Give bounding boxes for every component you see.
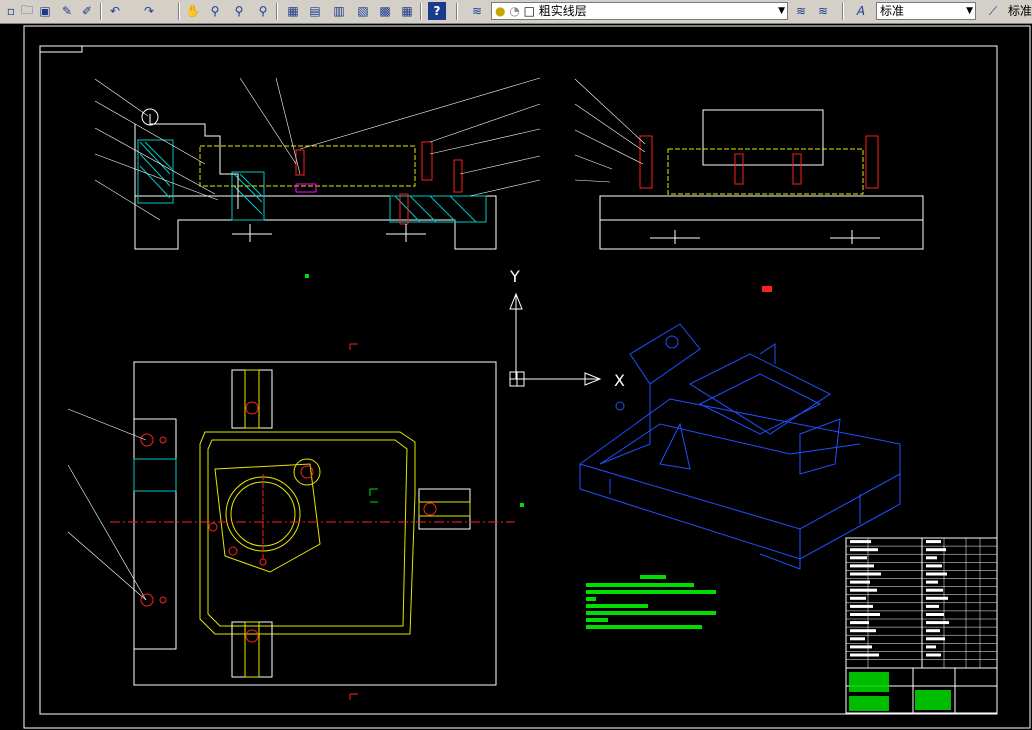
side-view — [574, 78, 924, 250]
layer-manager-icon[interactable]: ≋ — [468, 2, 486, 20]
brush-icon[interactable]: ✐ — [78, 2, 96, 20]
redo-icon[interactable]: ↷ — [140, 2, 158, 20]
color-swatch: □ — [523, 4, 535, 18]
sheet-set-icon[interactable]: ▧ — [354, 2, 372, 20]
chevron-down-icon: ▼ — [966, 6, 973, 16]
save-icon[interactable]: ▣ — [36, 2, 54, 20]
undo-icon[interactable]: ↶ — [106, 2, 124, 20]
pan-icon[interactable]: ✋ — [184, 2, 202, 20]
markup-icon[interactable]: ▩ — [376, 2, 394, 20]
lock-icon: ◔ — [509, 4, 520, 18]
cad-drawing: Y X — [23, 25, 1031, 729]
make-current-icon[interactable]: ≋ — [792, 2, 810, 20]
top-view — [67, 343, 515, 700]
dim-style-icon[interactable]: ⟋ — [984, 2, 1002, 20]
standard-toolbar: ▫ 🗀 ▣ ✎ ✐ ↶ ↷ ✋ ⚲ ⚲ ⚲ ▦ ▤ ▥ ▧ ▩ ▦ ? ≋ ♀ … — [0, 0, 1032, 24]
dim-style-name[interactable]: 标准 — [1008, 2, 1032, 19]
technical-notes — [586, 575, 716, 629]
text-style-dropdown[interactable]: 标准 ▼ — [876, 2, 976, 20]
pen-icon[interactable]: ✎ — [58, 2, 76, 20]
y-axis-label: Y — [509, 267, 520, 286]
help-icon[interactable]: ? — [428, 2, 446, 20]
chevron-down-icon: ▼ — [778, 6, 785, 16]
text-style-icon[interactable]: A — [852, 2, 870, 20]
front-section-view — [94, 77, 541, 250]
ucs-icon — [509, 292, 602, 387]
x-axis-label: X — [614, 371, 625, 390]
zoom-realtime-icon[interactable]: ⚲ — [206, 2, 224, 20]
zoom-previous-icon[interactable]: ⚲ — [254, 2, 272, 20]
design-center-icon[interactable]: ▤ — [306, 2, 324, 20]
text-style-name: 标准 — [880, 4, 905, 18]
open-icon[interactable]: 🗀 — [18, 2, 36, 20]
sun-icon: ● — [495, 4, 506, 18]
properties-icon[interactable]: ▦ — [284, 2, 302, 20]
layer-previous-icon[interactable]: ≋ — [814, 2, 832, 20]
layer-name: 粗实线层 — [538, 4, 587, 18]
title-block — [845, 537, 998, 714]
tool-palette-icon[interactable]: ▥ — [330, 2, 348, 20]
layer-dropdown[interactable]: ● ◔ □ 粗实线层 ▼ — [491, 2, 788, 20]
zoom-window-icon[interactable]: ⚲ — [230, 2, 248, 20]
calculator-icon[interactable]: ▦ — [398, 2, 416, 20]
isometric-view — [579, 323, 901, 570]
drawing-canvas[interactable]: Y X — [0, 24, 1032, 730]
